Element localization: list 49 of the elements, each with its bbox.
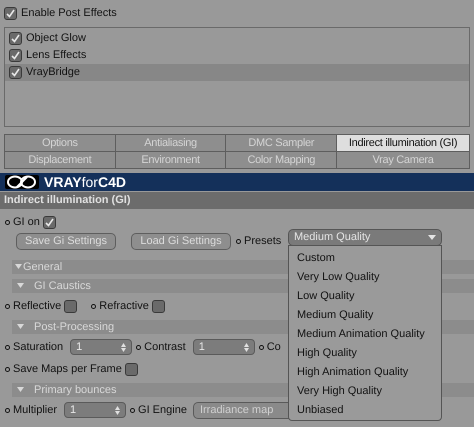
checkbox[interactable]	[9, 66, 22, 79]
presets-dropdown[interactable]: Medium Quality	[288, 229, 442, 246]
number-field[interactable]: 1	[192, 339, 255, 355]
triangle-icon[interactable]	[17, 283, 24, 289]
brand-name: VRAYforC4D	[44, 176, 126, 188]
checkbox[interactable]	[64, 300, 78, 312]
field-label: GI on	[13, 216, 40, 228]
settings-button[interactable]: Save Gi Settings	[16, 232, 116, 250]
settings-button[interactable]: Load Gi Settings	[131, 232, 231, 250]
triangle-icon[interactable]	[17, 387, 24, 393]
tab[interactable]: Displacement	[5, 152, 116, 169]
tab[interactable]: DMC Sampler	[226, 135, 338, 152]
field-label: Co	[266, 340, 281, 354]
field-label: Save Maps per Frame	[13, 362, 122, 376]
checkbox-label: Enable Post Effects	[21, 7, 117, 20]
field-label: Saturation	[13, 340, 64, 354]
tab[interactable]: Vray Camera	[337, 152, 470, 169]
checkbox[interactable]	[9, 32, 22, 45]
field-label: Reflective	[13, 300, 62, 312]
menu-item[interactable]: High Quality	[289, 344, 441, 363]
checkbox[interactable]	[9, 49, 22, 62]
menu-item[interactable]: High Animation Quality	[289, 363, 441, 382]
number-field[interactable]: 1	[64, 402, 126, 418]
spinner-icon[interactable]	[115, 406, 120, 414]
checkbox[interactable]	[4, 7, 17, 20]
field-label: Presets	[244, 234, 282, 248]
number-field[interactable]: 1	[70, 339, 132, 355]
checkbox[interactable]	[42, 216, 56, 228]
tab[interactable]: Indirect illumination (GI)	[337, 135, 470, 152]
panel-title: Indirect illumination (GI)	[0, 192, 474, 209]
tab[interactable]: Antialiasing	[116, 135, 226, 152]
list-item[interactable]: Object Glow	[5, 30, 469, 47]
triangle-icon[interactable]	[17, 324, 24, 330]
spinner-icon[interactable]	[244, 342, 249, 352]
logo-icon	[5, 175, 39, 189]
caret-icon	[428, 235, 436, 240]
tab[interactable]: Color Mapping	[226, 152, 338, 169]
field-label: GI Engine	[138, 404, 187, 416]
tab[interactable]: Environment	[116, 152, 226, 169]
list-item[interactable]: Lens Effects	[5, 47, 469, 64]
spinner-icon[interactable]	[121, 342, 126, 352]
checkbox[interactable]	[152, 300, 165, 312]
checkbox[interactable]	[124, 362, 138, 376]
triangle-icon[interactable]	[15, 264, 22, 270]
field-label: Refractive	[99, 300, 149, 312]
field-label: Multiplier	[13, 404, 58, 416]
field-label: Contrast	[144, 340, 186, 354]
list-item[interactable]: VrayBridge	[5, 64, 469, 81]
tab[interactable]: Options	[5, 135, 116, 152]
